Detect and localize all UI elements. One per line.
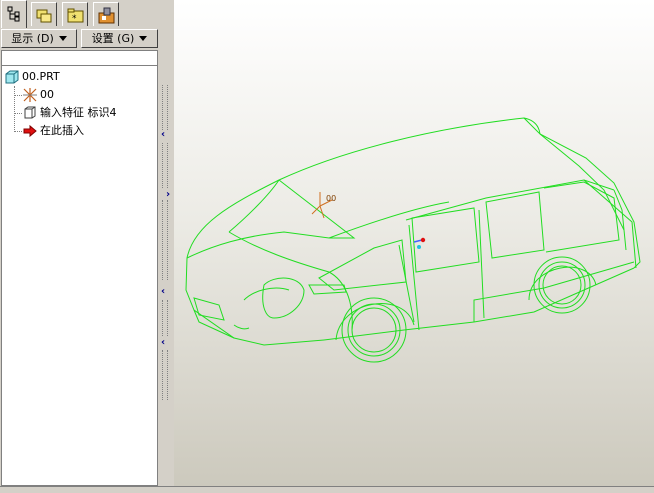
- tree-item-label: 在此插入: [40, 124, 84, 137]
- splitter-grip: [162, 143, 168, 188]
- tree-connector: [14, 95, 22, 96]
- settings-menu-button[interactable]: 设置 (G): [81, 29, 158, 48]
- tree-root-label: 00.PRT: [22, 70, 60, 83]
- tree-connector: [14, 113, 22, 114]
- spin-center-marker: [413, 237, 426, 249]
- model-edges: [185, 117, 641, 363]
- csys-label: 00: [326, 194, 336, 203]
- splitter-grip: [162, 350, 168, 400]
- import-feature-icon: [24, 106, 36, 119]
- chevron-down-icon: [58, 36, 67, 41]
- show-menu-label: 显示 (D): [11, 32, 54, 45]
- splitter-grip: [162, 300, 168, 336]
- navigator-menubar: 显示 (D) 设置 (G): [0, 28, 160, 49]
- coordinate-system-icon: [23, 88, 37, 102]
- part-icon: [5, 70, 19, 84]
- tab-folder-browser[interactable]: [31, 2, 57, 26]
- graphics-window[interactable]: 00: [174, 0, 654, 486]
- panel-splitter[interactable]: ‹ › ‹ ‹: [160, 0, 174, 492]
- tree-connector: [14, 86, 15, 132]
- tree-connector: [14, 131, 22, 132]
- csys-marker: 00: [311, 192, 336, 219]
- chevron-down-icon: [139, 36, 148, 41]
- splitter-grip: [162, 85, 168, 130]
- expand-right-icon[interactable]: ›: [166, 190, 170, 200]
- tree-filter-strip[interactable]: [1, 50, 158, 66]
- tab-connections[interactable]: [93, 2, 119, 26]
- insert-here-arrow-icon: [23, 124, 37, 138]
- collapse-left-icon[interactable]: ‹: [161, 130, 165, 140]
- svg-text:*: *: [72, 14, 77, 24]
- tab-favorites[interactable]: *: [62, 2, 88, 26]
- tab-model-tree[interactable]: [1, 0, 27, 28]
- model-tree: 00.PRT 00 输入特征 标识4 在此插入: [1, 66, 158, 486]
- navigator-panel: * 显示 (D) 设置 (G) 00.PRT 00 输入特征 标识4 在此插入: [0, 0, 160, 492]
- collapse-left-icon[interactable]: ‹: [161, 338, 165, 348]
- show-menu-button[interactable]: 显示 (D): [1, 29, 77, 48]
- tree-item-label: 输入特征 标识4: [40, 106, 117, 119]
- splitter-grip: [162, 200, 168, 280]
- navigator-tabbar: *: [0, 0, 160, 28]
- folder-browser-icon: [36, 9, 52, 23]
- tree-item-label: 00: [40, 88, 54, 101]
- model-tree-icon: [7, 6, 20, 22]
- car-wireframe-model: 00: [185, 117, 641, 363]
- connections-icon: [98, 7, 115, 24]
- settings-menu-label: 设置 (G): [91, 32, 135, 45]
- favorites-icon: *: [67, 8, 84, 24]
- collapse-left-icon[interactable]: ‹: [161, 287, 165, 297]
